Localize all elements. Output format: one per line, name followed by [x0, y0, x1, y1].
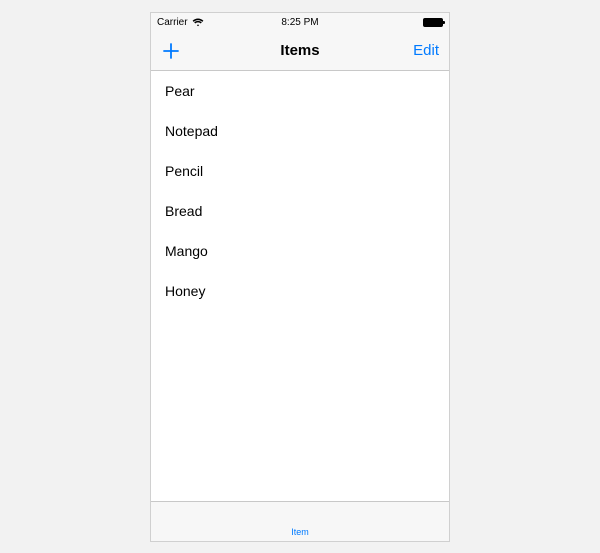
wifi-icon: [192, 18, 204, 27]
battery-icon: [423, 18, 443, 27]
list-item[interactable]: Pencil: [151, 151, 449, 191]
status-time: 8:25 PM: [281, 17, 318, 28]
add-button[interactable]: [161, 41, 181, 61]
items-list[interactable]: Pear Notepad Pencil Bread Mango Honey: [151, 71, 449, 501]
status-left: Carrier: [157, 17, 204, 28]
list-item[interactable]: Notepad: [151, 111, 449, 151]
plus-icon: [161, 41, 181, 61]
page-title: Items: [280, 42, 319, 59]
status-right: [423, 18, 443, 27]
list-item[interactable]: Mango: [151, 231, 449, 271]
navigation-bar: Items Edit: [151, 31, 449, 71]
list-item[interactable]: Bread: [151, 191, 449, 231]
list-item[interactable]: Honey: [151, 271, 449, 311]
status-bar: Carrier 8:25 PM: [151, 13, 449, 31]
list-item[interactable]: Pear: [151, 71, 449, 111]
carrier-label: Carrier: [157, 17, 188, 28]
tab-item[interactable]: Item: [291, 527, 309, 537]
edit-button[interactable]: Edit: [413, 42, 439, 59]
device-frame: Carrier 8:25 PM Items Ed: [150, 12, 450, 542]
tab-bar: Item: [151, 501, 449, 541]
